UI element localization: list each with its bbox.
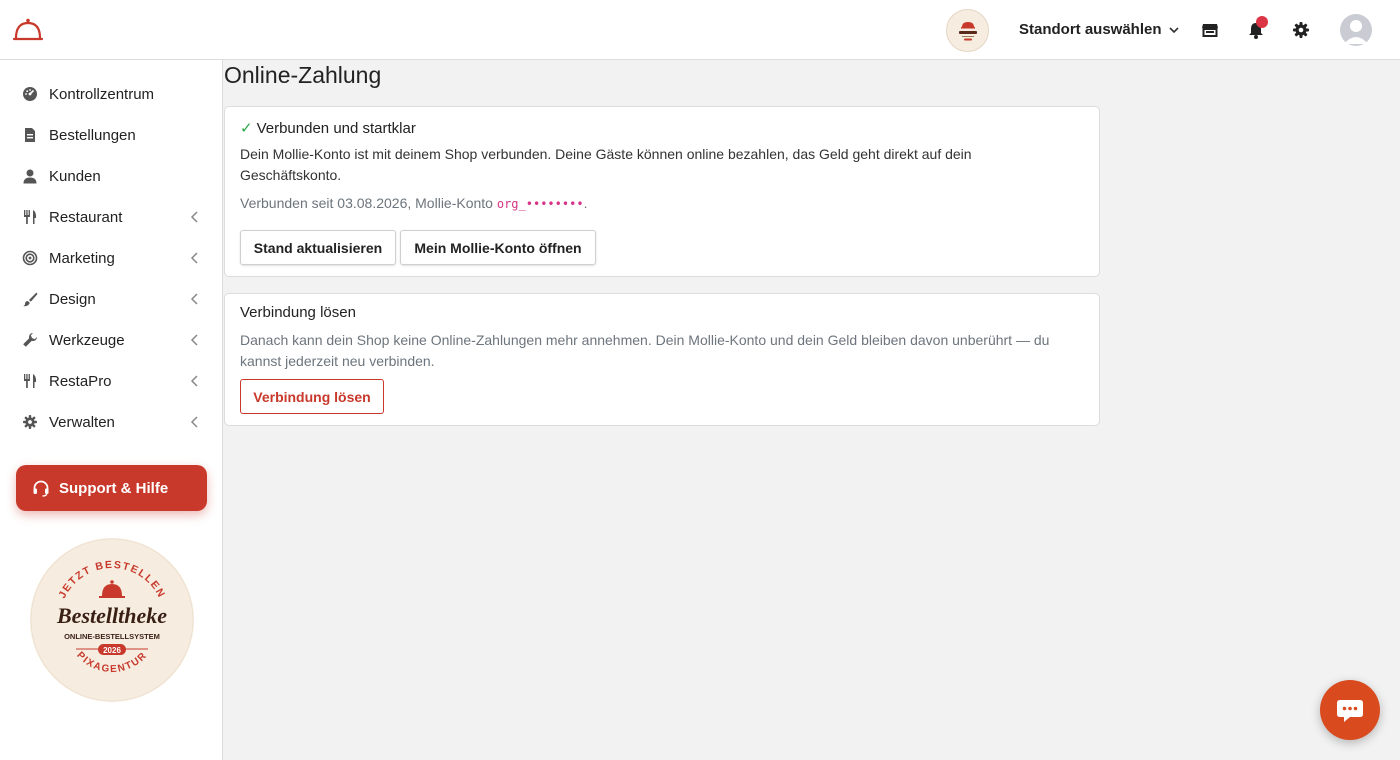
badge-subtitle: ONLINE-BESTELLSYSTEM: [64, 632, 160, 641]
disconnect-card: Verbindung lösen Danach kann dein Shop k…: [224, 293, 1100, 426]
location-selector[interactable]: Standort auswählen: [1019, 21, 1180, 38]
bestelltheke-badge: JETZT BESTELLEN Bestelltheke ONLINE-BEST…: [30, 538, 194, 702]
user-avatar[interactable]: [1340, 14, 1372, 46]
badge-year: 2026: [103, 646, 121, 655]
connected-since: Verbunden seit 03.08.2026, Mollie-Konto …: [240, 193, 1040, 215]
connected-description: Dein Mollie-Konto ist mit deinem Shop ve…: [240, 146, 972, 183]
sidebar-item-label: Bestellungen: [49, 127, 136, 144]
chevron-left-icon: [190, 293, 198, 305]
wrench-icon: [23, 333, 37, 347]
sidebar-item-restaurant[interactable]: Restaurant: [0, 197, 222, 238]
user-icon: [23, 169, 37, 184]
utensils-icon: [24, 210, 37, 224]
badge-brand: Bestelltheke: [56, 603, 167, 628]
sidebar-item-label: Verwalten: [49, 414, 115, 431]
chevron-left-icon: [190, 252, 198, 264]
connected-card: ✓ Verbunden und startklar Dein Mollie-Kon…: [224, 106, 1100, 277]
location-label: Standort auswählen: [1019, 21, 1162, 38]
chat-button[interactable]: [1320, 680, 1380, 740]
refresh-status-button[interactable]: Stand aktualisieren: [240, 230, 396, 265]
avatar-icon: [1344, 20, 1368, 44]
sidebar-item-label: Marketing: [49, 250, 115, 267]
sidebar-item-kunden[interactable]: Kunden: [0, 156, 222, 197]
disconnect-button[interactable]: Verbindung lösen: [240, 379, 384, 414]
open-mollie-account-button[interactable]: Mein Mollie-Konto öffnen: [400, 230, 596, 265]
support-label: Support & Hilfe: [59, 480, 169, 497]
sidebar-item-werkzeuge[interactable]: Werkzeuge: [0, 320, 222, 361]
sidebar-item-design[interactable]: Design: [0, 279, 222, 320]
sidebar-item-label: Werkzeuge: [49, 332, 125, 349]
connected-since-suffix: .: [583, 195, 588, 211]
sidebar-item-marketing[interactable]: Marketing: [0, 238, 222, 279]
connected-title-text: Verbunden und startklar: [256, 120, 416, 137]
sidebar: Kontrollzentrum Bestellungen Kunden Rest…: [0, 60, 223, 760]
disconnect-description: Danach kann dein Shop keine Online-Zahlu…: [240, 332, 1050, 369]
target-icon: [22, 250, 38, 266]
notification-dot: [1256, 16, 1268, 28]
chevron-left-icon: [190, 211, 198, 223]
sidebar-item-bestellungen[interactable]: Bestellungen: [0, 115, 222, 156]
page-title: Online-Zahlung: [224, 62, 382, 88]
account-code: org_••••••••: [496, 197, 584, 211]
sidebar-item-label: Restaurant: [49, 209, 123, 226]
top-bar: Standort auswählen: [0, 0, 1400, 60]
sidebar-item-label: Kontrollzentrum: [49, 86, 155, 103]
chevron-left-icon: [190, 375, 198, 387]
restaurant-logo[interactable]: [946, 9, 989, 52]
store-icon[interactable]: [1200, 20, 1220, 40]
gear-icon[interactable]: [1291, 20, 1311, 40]
chevron-down-icon: [1168, 26, 1179, 33]
bestelltheke-logo-icon: [958, 21, 977, 40]
brush-icon: [23, 292, 38, 307]
chevron-left-icon: [190, 334, 198, 346]
chat-bubble-icon: [1337, 700, 1363, 722]
sidebar-item-label: Design: [49, 291, 96, 308]
sidebar-item-restapro[interactable]: RestaPro: [0, 361, 222, 402]
utensils-icon: [24, 374, 37, 388]
sidebar-item-label: Kunden: [49, 168, 101, 185]
gear-icon: [23, 415, 37, 429]
sidebar-item-label: RestaPro: [49, 373, 112, 390]
connected-card-title: ✓ Verbunden und startklar: [240, 119, 416, 137]
connected-since-prefix: Verbunden seit 03.08.2026, Mollie-Konto: [240, 195, 497, 211]
disconnect-card-title: Verbindung lösen: [240, 304, 356, 321]
chevron-left-icon: [190, 416, 198, 428]
sidebar-item-verwalten[interactable]: Verwalten: [0, 402, 222, 443]
sidebar-item-kontrollzentrum[interactable]: Kontrollzentrum: [0, 74, 222, 115]
cloche-logo-icon[interactable]: [12, 14, 44, 44]
check-icon: ✓: [240, 120, 253, 137]
receipt-icon: [25, 128, 35, 142]
headset-icon: [33, 480, 49, 497]
dashboard-icon: [23, 87, 37, 101]
support-button[interactable]: Support & Hilfe: [16, 465, 207, 511]
